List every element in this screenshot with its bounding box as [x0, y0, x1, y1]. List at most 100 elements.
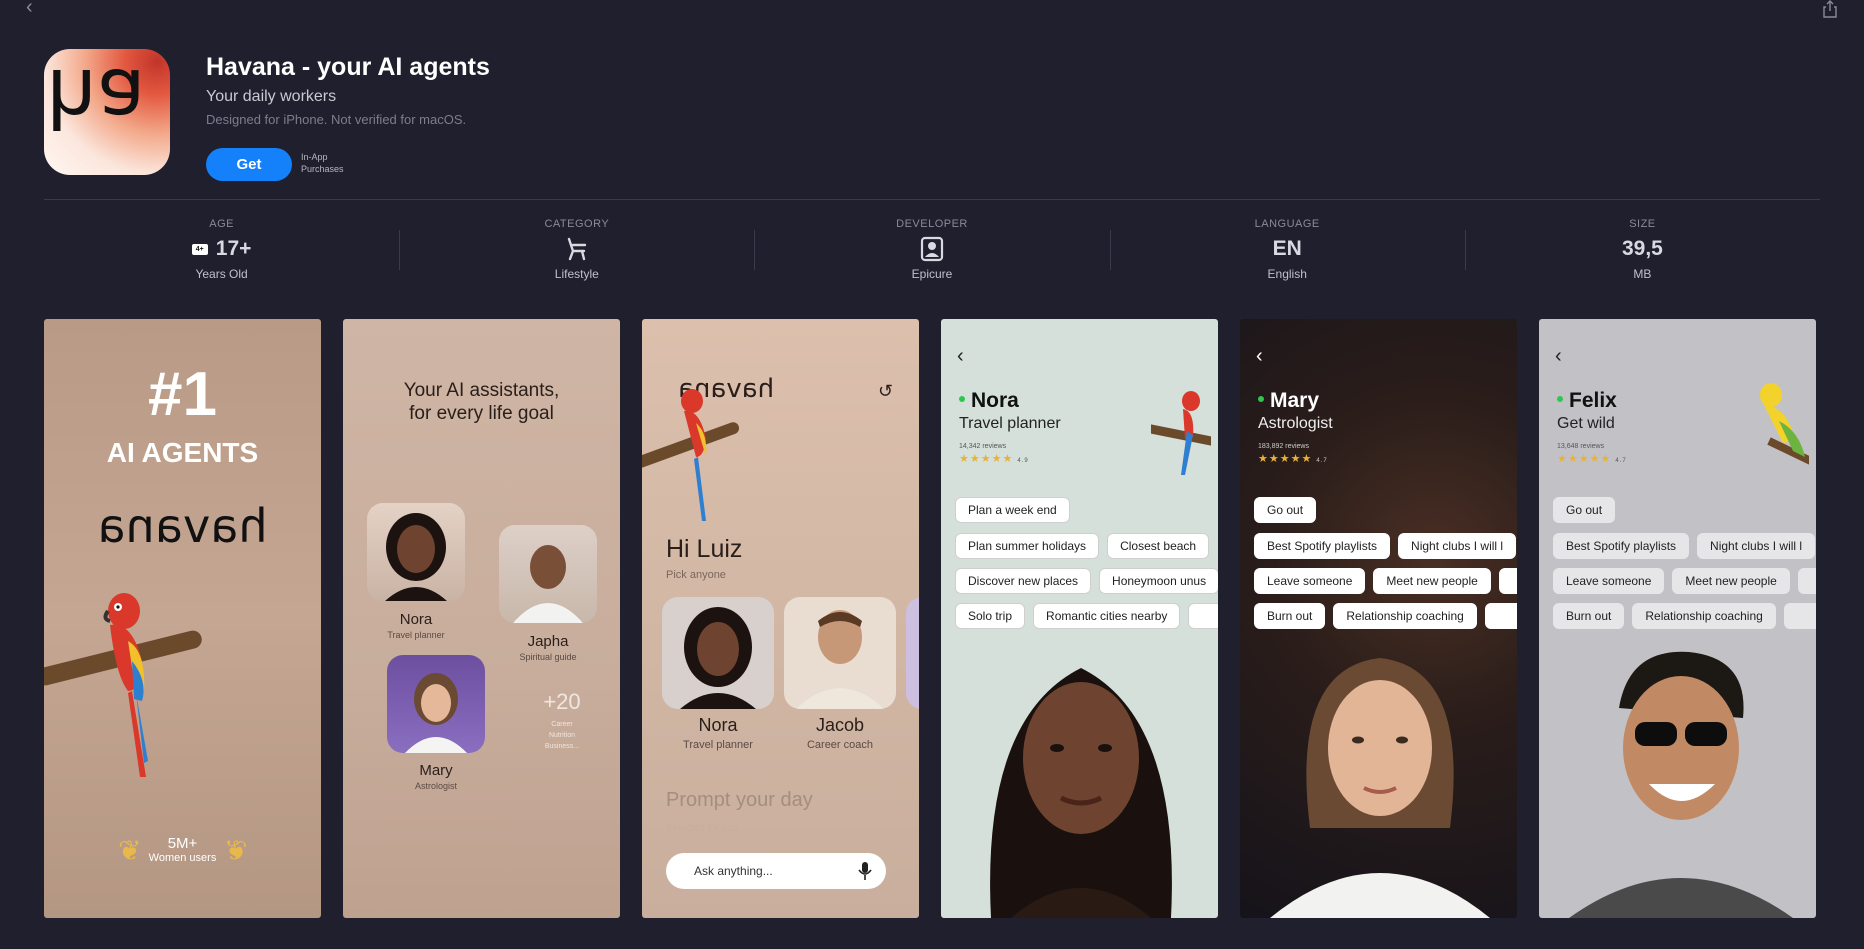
screenshot-4[interactable]: ‹ Nora Travel planner 14,342 reviews ★★★… [941, 319, 1218, 918]
suggestion-chip[interactable]: Leave someone [1553, 568, 1665, 594]
online-dot-icon [959, 396, 965, 403]
suggestion-chip[interactable] [1498, 568, 1517, 594]
info-developer-icon-row [754, 236, 1109, 262]
suggestion-chip[interactable] [1797, 568, 1816, 594]
suggestion-chip[interactable]: Burn out [1254, 603, 1326, 629]
info-language: LANGUAGE EN English [1109, 214, 1465, 290]
agent-name: Jacob [815, 715, 865, 735]
suggestion-chip[interactable]: Best Spotify playlists [1553, 533, 1690, 559]
suggestion-chip[interactable]: Night clubs I will l [1398, 533, 1517, 559]
suggestion-row: Plan a week end [955, 497, 1070, 523]
more-agents-count: +20 [543, 689, 581, 714]
rating-stars-icon: ★★★★★ 4.9 [959, 453, 1029, 465]
agent-card-nora[interactable] [662, 597, 774, 709]
screenshot-carousel[interactable]: #1 AI AGENTS havana ❦ ❦ 5M+ Women users … [44, 319, 1820, 919]
suggestion-row: Best Spotify playlists Night clubs I wil… [1254, 533, 1517, 559]
agent-role: Career coach [806, 739, 874, 751]
screenshot-6[interactable]: ‹ Felix Get wild 13,648 reviews ★★★★★ 4.… [1539, 319, 1816, 918]
avatar-japha [499, 525, 597, 623]
app-icon: ha [44, 49, 170, 175]
compatibility-note: Designed for iPhone. Not verified for ma… [206, 112, 467, 127]
info-age-sub: Years Old [195, 267, 248, 281]
suggestion-chip[interactable]: Solo trip [955, 603, 1026, 629]
history-icon[interactable]: ↺ [878, 381, 893, 402]
iap-line-2: Purchases [301, 164, 344, 174]
info-developer[interactable]: DEVELOPER Epicure [754, 214, 1109, 290]
info-age-value: 17+ [215, 237, 252, 260]
suggestion-row: Go out [1254, 497, 1317, 523]
in-app-purchases-label: In-App Purchases [301, 151, 361, 175]
person-role: Travel planner [387, 630, 445, 640]
info-row: AGE 4+ 17+ Years Old CATEGORY Lifestyle … [44, 214, 1820, 290]
agent-portrait-nora [990, 668, 1172, 918]
screenshot-5[interactable]: ‹ Mary Astrologist 183,892 reviews ★★★★★… [1240, 319, 1517, 918]
suggestion-chip[interactable]: Romantic cities nearby [1033, 603, 1181, 629]
back-chevron-icon[interactable]: ‹ [26, 0, 44, 18]
info-developer-label: DEVELOPER [896, 218, 968, 230]
agent-role: Astrologist [1258, 415, 1333, 432]
info-age: AGE 4+ 17+ Years Old [44, 214, 399, 290]
suggestion-chip[interactable]: Honeymoon unus [1099, 568, 1218, 594]
agent-card-partial[interactable] [906, 597, 919, 709]
lounge-chair-icon [567, 237, 586, 261]
suggestion-chip[interactable]: Plan summer holidays [955, 533, 1100, 559]
info-category[interactable]: CATEGORY Lifestyle [399, 214, 754, 290]
agent-card-jacob[interactable] [784, 597, 896, 709]
info-age-value-row: 4+ 17+ [44, 236, 399, 262]
share-icon[interactable] [1822, 0, 1838, 18]
parrot-image [681, 389, 707, 521]
rating-value: 4.7 [1316, 458, 1328, 464]
more-agent-category: Business... [544, 743, 580, 750]
suggestion-chip[interactable] [1484, 603, 1517, 629]
rating-value: 4.7 [1615, 458, 1627, 464]
suggestion-row: Discover new places Honeymoon unus [955, 568, 1218, 594]
suggestion-chip[interactable]: Burn out [1553, 603, 1625, 629]
reviews-count: 13,648 reviews [1557, 443, 1605, 450]
header-divider [44, 199, 1820, 200]
info-language-value: EN [1272, 237, 1302, 260]
suggestion-chip[interactable]: Meet new people [1373, 568, 1491, 594]
screenshot-3[interactable]: havana ↺ Hi Luiz Pick anyone Nora Travel… [642, 319, 919, 918]
info-language-label: LANGUAGE [1254, 218, 1320, 230]
users-badge: 5M+ Women users [44, 835, 321, 864]
get-button[interactable]: Get [206, 148, 292, 181]
info-category-label: CATEGORY [544, 218, 610, 230]
suggestion-chip[interactable]: Closest beach [1107, 533, 1210, 559]
suggestion-chip[interactable]: Relationship coaching [1632, 603, 1776, 629]
suggestion-chip[interactable]: Go out [1254, 497, 1317, 523]
agent-name: Nora [698, 715, 738, 735]
screenshot-2[interactable]: Your AI assistants, for every life goal … [343, 319, 620, 918]
app-header: ha Havana - your AI agents Your daily wo… [44, 49, 1820, 181]
agent-portrait-felix [1569, 651, 1793, 918]
info-language-sub: English [1267, 267, 1307, 281]
suggestion-chip[interactable]: Night clubs I will l [1697, 533, 1816, 559]
assistants-title-line-1: Your AI assistants, [403, 380, 560, 401]
agent-role: Get wild [1557, 415, 1615, 432]
suggestion-chip[interactable]: Discover new places [955, 568, 1092, 594]
screenshot-1[interactable]: #1 AI AGENTS havana ❦ ❦ 5M+ Women users [44, 319, 321, 918]
ask-input[interactable]: Ask anything... [666, 853, 886, 889]
suggestion-row: Leave someone Meet new people [1553, 568, 1816, 594]
parrot-image [103, 593, 148, 777]
person-badge-icon [920, 236, 944, 262]
back-chevron-icon[interactable]: ‹ [1555, 345, 1562, 368]
suggestion-chip[interactable]: Best Spotify playlists [1254, 533, 1391, 559]
rating-stars-icon: ★★★★★ 4.7 [1557, 453, 1627, 465]
suggestion-row: Leave someone Meet new people [1254, 568, 1517, 594]
suggestion-chip[interactable]: Plan a week end [955, 497, 1070, 523]
back-chevron-icon[interactable]: ‹ [957, 345, 964, 368]
info-size: SIZE 39,5 MB [1464, 214, 1820, 290]
info-age-label: AGE [209, 218, 234, 230]
reviews-count: 14,342 reviews [959, 443, 1007, 450]
person-name: Japha [527, 633, 569, 650]
suggestion-row: Solo trip Romantic cities nearby [955, 603, 1218, 629]
suggestion-chip[interactable]: Leave someone [1254, 568, 1366, 594]
suggestion-chip[interactable] [1188, 603, 1218, 629]
microphone-icon[interactable] [858, 861, 872, 881]
suggestion-chip[interactable]: Meet new people [1672, 568, 1790, 594]
back-chevron-icon[interactable]: ‹ [1256, 345, 1263, 368]
more-agent-category: Nutrition [548, 732, 576, 739]
suggestion-chip[interactable]: Go out [1553, 497, 1616, 523]
suggestion-chip[interactable] [1783, 603, 1816, 629]
suggestion-chip[interactable]: Relationship coaching [1333, 603, 1477, 629]
